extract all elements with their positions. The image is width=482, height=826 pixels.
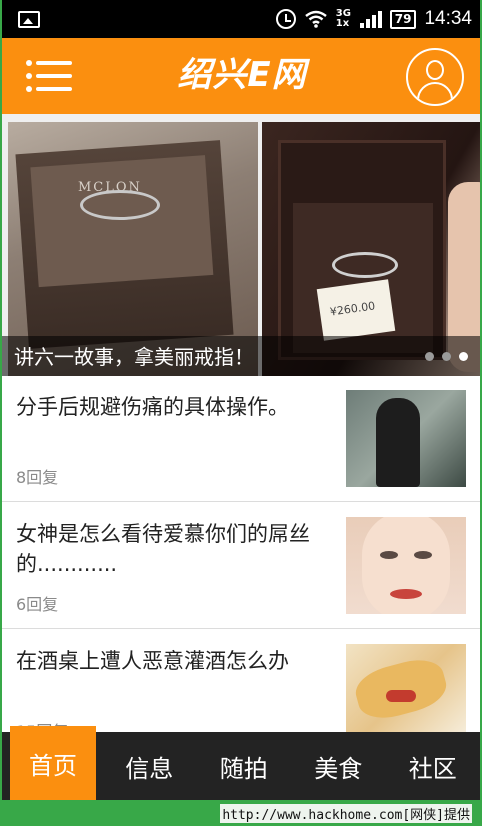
post-thumbnail (346, 644, 466, 732)
post-thumbnail (346, 390, 466, 487)
tab-food[interactable]: 美食 (291, 732, 386, 800)
app-screen: 3G 1x 79 14:34 绍兴E网 MCLON ¥260.00 讲六一故事，… (2, 0, 480, 800)
post-thumbnail (346, 517, 466, 614)
bottom-nav: 首页 信息 随拍 美食 社区 (2, 726, 481, 800)
tab-home[interactable]: 首页 (10, 726, 96, 800)
list-item[interactable]: 女神是怎么看待爱慕你们的屌丝的............ 6回复 (2, 503, 480, 629)
network-type: 3G 1x (335, 8, 351, 29)
post-list: 分手后规避伤痛的具体操作。 8回复 女神是怎么看待爱慕你们的屌丝的.......… (2, 376, 480, 732)
banner-caption-bar: 讲六一故事，拿美丽戒指！ (2, 336, 480, 378)
status-bar: 3G 1x 79 14:34 (2, 0, 480, 38)
carousel-indicator (425, 352, 468, 361)
price-tag: ¥260.00 (316, 279, 396, 341)
list-item[interactable]: 分手后规避伤痛的具体操作。 8回复 (2, 376, 480, 502)
signal-icon (359, 10, 382, 28)
list-item[interactable]: 在酒桌上遭人恶意灌酒怎么办 15回复 (2, 630, 480, 732)
clock: 14:34 (424, 8, 472, 29)
tab-community[interactable]: 社区 (386, 732, 481, 800)
app-header: 绍兴E网 (2, 38, 480, 114)
carousel-dot-active[interactable] (459, 352, 468, 361)
carousel-dot[interactable] (425, 352, 434, 361)
status-indicators: 3G 1x 79 14:34 (275, 0, 472, 38)
menu-icon[interactable] (26, 58, 72, 94)
tab-info[interactable]: 信息 (102, 732, 197, 800)
image-icon (18, 11, 40, 28)
app-logo: 绍兴E网 (177, 55, 307, 95)
footer-strip: http://www.hackhome.com[网侠]提供 (0, 800, 482, 826)
post-title: 分手后规避伤痛的具体操作。 (16, 395, 289, 419)
ring-image (332, 252, 398, 278)
post-title: 女神是怎么看待爱慕你们的屌丝的............ (16, 522, 310, 576)
carousel-dot[interactable] (442, 352, 451, 361)
alarm-icon (275, 9, 296, 29)
watermark: http://www.hackhome.com[网侠]提供 (220, 804, 472, 823)
ring-image (80, 190, 160, 220)
banner-carousel[interactable]: MCLON ¥260.00 讲六一故事，拿美丽戒指！ (2, 114, 480, 378)
tab-snapshot[interactable]: 随拍 (197, 732, 292, 800)
reply-count: 8回复 (16, 468, 59, 487)
post-title: 在酒桌上遭人恶意灌酒怎么办 (16, 649, 289, 673)
reply-count: 6回复 (16, 595, 59, 614)
battery-icon: 79 (389, 9, 417, 29)
wifi-icon (304, 10, 327, 28)
user-icon[interactable] (406, 48, 464, 106)
banner-caption: 讲六一故事，拿美丽戒指！ (14, 345, 254, 369)
